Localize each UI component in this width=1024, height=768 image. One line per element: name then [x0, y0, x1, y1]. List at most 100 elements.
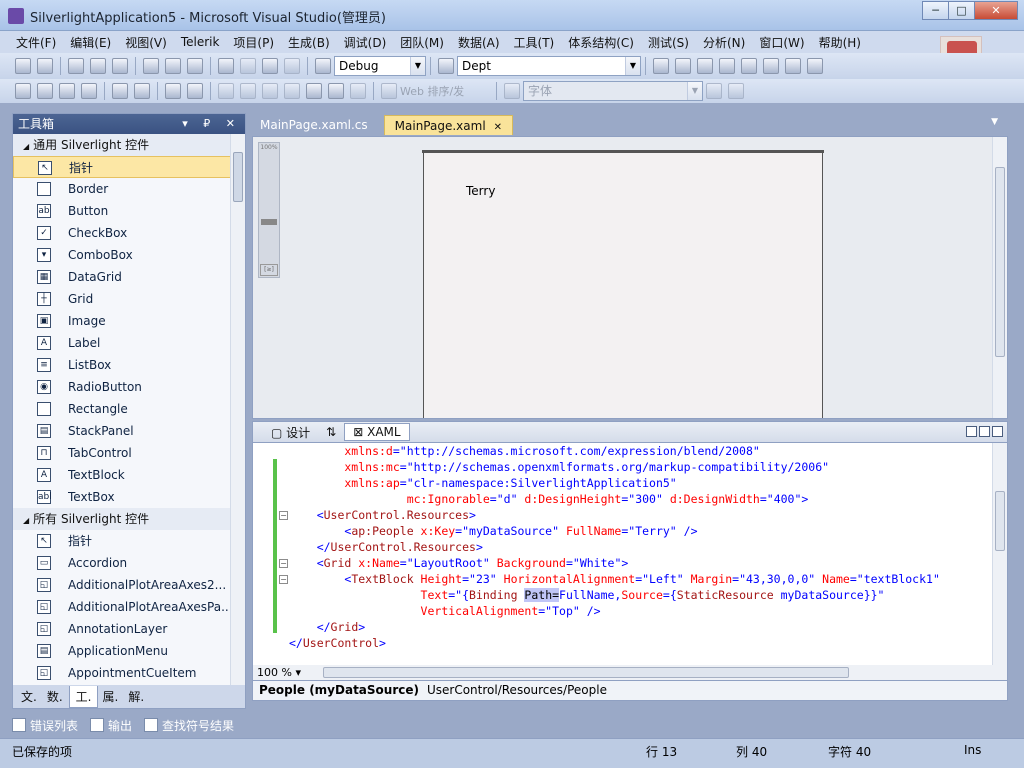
toolbox-item[interactable]: ≡ ListBox: [13, 354, 231, 376]
undo-icon[interactable]: [218, 58, 234, 74]
tab-mainpage-xaml-cs[interactable]: MainPage.xaml.cs: [250, 115, 378, 135]
chevron-down-icon[interactable]: ▼: [991, 117, 998, 127]
fit-button[interactable]: [≥]: [260, 264, 278, 276]
toolbox-item[interactable]: ↖ 指针: [13, 530, 231, 552]
panel-window-buttons[interactable]: ▾ ₽ ✕: [182, 114, 241, 134]
layout-icon[interactable]: [306, 83, 322, 99]
align-icon[interactable]: [15, 83, 31, 99]
toolbox-item[interactable]: ▣ Image: [13, 310, 231, 332]
toolbox-item[interactable]: A TextBlock: [13, 464, 231, 486]
toolbox-item[interactable]: ▦ DataGrid: [13, 266, 231, 288]
tab-mainpage-xaml[interactable]: MainPage.xaml ✕: [383, 115, 514, 135]
add-item-icon[interactable]: [37, 58, 53, 74]
font-icon[interactable]: [59, 83, 75, 99]
menu-item[interactable]: 数据(A): [452, 34, 508, 51]
outdent-icon[interactable]: [134, 83, 150, 99]
toolbox-item[interactable]: ✓ CheckBox: [13, 222, 231, 244]
toolbox-item[interactable]: A Label: [13, 332, 231, 354]
menu-item[interactable]: Telerik: [175, 35, 228, 49]
toolbox-scrollbar[interactable]: [230, 134, 245, 687]
fold-toggle-icon[interactable]: −: [279, 511, 288, 520]
select-icon[interactable]: [81, 83, 97, 99]
italic-icon[interactable]: [728, 83, 744, 99]
breadcrumb-path[interactable]: UserControl/Resources/People: [427, 681, 607, 700]
toolbox-item[interactable]: ▤ StackPanel: [13, 420, 231, 442]
extension-manager-icon[interactable]: [763, 58, 779, 74]
menu-item[interactable]: 调试(D): [338, 34, 395, 51]
breadcrumb-current[interactable]: People (myDataSource): [259, 681, 419, 700]
xaml-view-tab[interactable]: ⊠ XAML: [344, 423, 410, 441]
left-panel-tab[interactable]: 解.: [124, 688, 150, 705]
solution-config-select[interactable]: Debug ▼: [334, 56, 426, 76]
save-all-icon[interactable]: [112, 58, 128, 74]
pointer-icon[interactable]: [37, 83, 53, 99]
toolbox-group-common[interactable]: ◢ 通用 Silverlight 控件: [13, 134, 231, 156]
left-panel-tab[interactable]: 工.: [68, 685, 99, 708]
redo-icon[interactable]: [240, 58, 256, 74]
left-panel-tab[interactable]: 数.: [43, 688, 69, 705]
menu-item[interactable]: 分析(N): [697, 34, 753, 51]
editor-scrollbar[interactable]: [992, 443, 1007, 665]
toolbox-item[interactable]: ◱ AnnotationLayer: [13, 618, 231, 640]
menu-item[interactable]: 测试(S): [642, 34, 697, 51]
menu-item[interactable]: 编辑(E): [64, 34, 119, 51]
open-file-icon[interactable]: [68, 58, 84, 74]
start-debug-icon[interactable]: [315, 58, 331, 74]
xaml-editor[interactable]: − − − xmlns:d="http://schemas.microsoft.…: [252, 443, 1008, 665]
textblock-preview[interactable]: Terry: [466, 184, 495, 198]
menu-item[interactable]: 帮助(H): [813, 34, 869, 51]
menu-item[interactable]: 体系结构(C): [562, 34, 642, 51]
menu-item[interactable]: 视图(V): [119, 34, 175, 51]
menu-item[interactable]: 文件(F): [10, 34, 64, 51]
designer-scrollbar[interactable]: [992, 137, 1007, 418]
left-panel-tab[interactable]: 属.: [98, 688, 124, 705]
left-panel-tab[interactable]: 文.: [17, 688, 43, 705]
save-icon[interactable]: [90, 58, 106, 74]
minimize-button[interactable]: ─: [922, 1, 949, 20]
code-text[interactable]: xmlns:d="http://schemas.microsoft.com/ex…: [289, 443, 940, 651]
prev-bookmark-icon[interactable]: [240, 83, 256, 99]
maximize-button[interactable]: □: [948, 1, 975, 20]
toolbox-icon[interactable]: [719, 58, 735, 74]
start-page-icon[interactable]: [741, 58, 757, 74]
new-project-icon[interactable]: [15, 58, 31, 74]
toolbox-item[interactable]: Border: [13, 178, 231, 200]
copy-icon[interactable]: [165, 58, 181, 74]
close-button[interactable]: ✕: [974, 1, 1018, 20]
swap-panes-button[interactable]: ⇅: [318, 425, 344, 439]
design-view-tab[interactable]: ▢ 设计: [263, 424, 318, 441]
toolbox-item[interactable]: ↖ 指针: [13, 156, 231, 178]
toolbox-group-all[interactable]: ◢ 所有 Silverlight 控件: [13, 508, 231, 530]
font-combo[interactable]: 字体 ▼: [523, 81, 703, 101]
next-bookmark-icon[interactable]: [262, 83, 278, 99]
font-size-icon[interactable]: [504, 83, 520, 99]
toolbox-item[interactable]: ◱ AdditionalPlotAreaAxesPa...: [13, 596, 231, 618]
toolbox-item[interactable]: ▭ Accordion: [13, 552, 231, 574]
toolbox-item[interactable]: ab Button: [13, 200, 231, 222]
editor-zoom[interactable]: 100 % ▾: [257, 665, 301, 681]
toolbox-item[interactable]: ◱ AppointmentCueItem: [13, 662, 231, 684]
toolbox-item[interactable]: Rectangle: [13, 398, 231, 420]
clear-bookmarks-icon[interactable]: [284, 83, 300, 99]
toolbox-item[interactable]: ◉ RadioButton: [13, 376, 231, 398]
web-icon[interactable]: [381, 83, 397, 99]
navigate-forward-icon[interactable]: [284, 58, 300, 74]
toolbox-item[interactable]: ◱ AdditionalPlotAreaAxes2...: [13, 574, 231, 596]
cut-icon[interactable]: [143, 58, 159, 74]
menu-item[interactable]: 项目(P): [227, 34, 282, 51]
zoom-knob[interactable]: [261, 219, 277, 225]
format-icon[interactable]: [328, 83, 344, 99]
toolbox-item[interactable]: ▤ ApplicationMenu: [13, 640, 231, 662]
toolbox-item[interactable]: abl TextBox: [13, 486, 231, 508]
collapse-pane-icon[interactable]: [992, 426, 1003, 437]
horizontal-split-icon[interactable]: [979, 426, 990, 437]
find-icon[interactable]: [438, 58, 454, 74]
find-symbol-results-tab[interactable]: 查找符号结果: [144, 717, 234, 734]
error-list-tab[interactable]: 错误列表: [12, 717, 78, 734]
bold-icon[interactable]: [706, 83, 722, 99]
object-browser-icon[interactable]: [697, 58, 713, 74]
vertical-split-icon[interactable]: [966, 426, 977, 437]
zoom-slider[interactable]: 100% [≥]: [258, 142, 280, 278]
paste-icon[interactable]: [187, 58, 203, 74]
toolbar-options-icon[interactable]: [807, 58, 823, 74]
